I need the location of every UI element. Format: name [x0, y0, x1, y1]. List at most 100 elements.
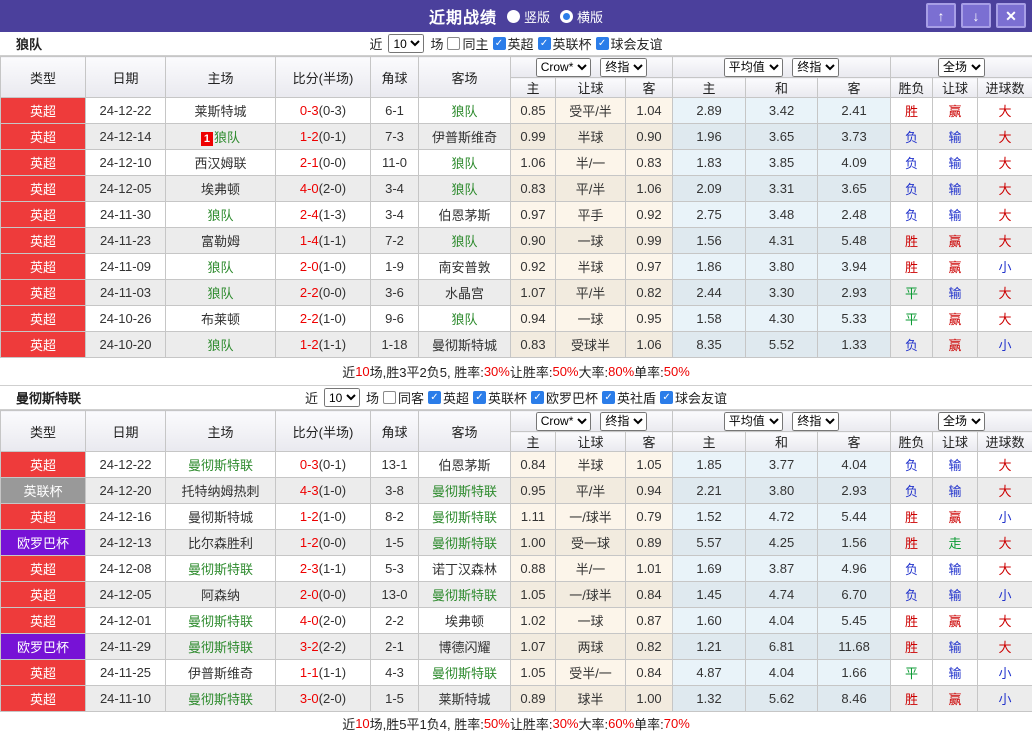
handicap-result-flag: 输 [933, 124, 978, 150]
handicap-away-odds: 0.92 [626, 202, 673, 228]
match-row[interactable]: 英超24-11-10曼彻斯特联3-0(2-0)1-5莱斯特城0.89球半1.00… [1, 686, 1032, 712]
handicap-home-odds: 0.89 [511, 686, 556, 712]
col-avg-away: 客 [818, 432, 891, 452]
corner-score: 13-1 [371, 452, 419, 478]
avg-away-odds: 2.93 [818, 478, 891, 504]
col-score: 比分(半场) [276, 57, 371, 98]
odds-source-select[interactable]: Crow* [536, 412, 591, 431]
league-filter-checkbox[interactable]: 英社盾 [602, 388, 656, 407]
handicap-line: 半球 [556, 124, 626, 150]
avg-home-odds: 1.32 [673, 686, 746, 712]
odds-group-header: Crow* 终指 [511, 57, 673, 78]
result-flag: 负 [891, 478, 933, 504]
avg-home-odds: 4.87 [673, 660, 746, 686]
odds-source-select[interactable]: Crow* [536, 58, 591, 77]
handicap-home-odds: 0.99 [511, 124, 556, 150]
match-row[interactable]: 英超24-12-22莱斯特城0-3(0-3)6-1狼队0.85受平/半1.042… [1, 98, 1032, 124]
match-row[interactable]: 英超24-11-09狼队2-0(1-0)1-9南安普敦0.92半球0.971.8… [1, 254, 1032, 280]
match-row[interactable]: 英超24-12-08曼彻斯特联2-3(1-1)5-3诺丁汉森林0.88半/一1.… [1, 556, 1032, 582]
recent-count-select[interactable]: 10 [324, 388, 360, 407]
match-row[interactable]: 欧罗巴杯24-12-13比尔森胜利1-2(0-0)1-5曼彻斯特联1.00受一球… [1, 530, 1032, 556]
league-filter-checkbox[interactable]: 球会友谊 [660, 388, 727, 407]
recent-count-select[interactable]: 10 [388, 34, 424, 53]
handicap-away-odds: 0.84 [626, 660, 673, 686]
match-row[interactable]: 欧罗巴杯24-11-29曼彻斯特联3-2(2-2)2-1博德闪耀1.07两球0.… [1, 634, 1032, 660]
goals-result-flag: 大 [978, 478, 1032, 504]
col-avg-home: 主 [673, 78, 746, 98]
avg-time-select[interactable]: 终指 [792, 58, 839, 77]
scroll-up-button[interactable]: ↑ [926, 3, 956, 28]
summary-part: 场,胜5平1负4, 胜率: [370, 714, 484, 732]
match-row[interactable]: 英超24-11-25伊普斯维奇1-1(1-1)4-3曼彻斯特联1.05受半/一0… [1, 660, 1032, 686]
match-row[interactable]: 英超24-12-01曼彻斯特联4-0(2-0)2-2埃弗顿1.02一球0.871… [1, 608, 1032, 634]
handicap-result-flag: 输 [933, 660, 978, 686]
avg-draw-odds: 4.04 [746, 660, 818, 686]
avg-away-odds: 5.45 [818, 608, 891, 634]
layout-horizontal-radio[interactable]: 横版 [560, 7, 603, 26]
match-row[interactable]: 英超24-12-05埃弗顿4-0(2-0)3-4狼队0.83平/半1.062.0… [1, 176, 1032, 202]
handicap-line: 一/球半 [556, 582, 626, 608]
avg-source-select[interactable]: 平均值 [724, 412, 783, 431]
scope-select[interactable]: 全场 [938, 58, 985, 77]
col-result: 胜负 [891, 432, 933, 452]
scroll-down-button[interactable]: ↓ [961, 3, 991, 28]
match-row[interactable]: 英超24-11-30狼队2-4(1-3)3-4伯恩茅斯0.97平手0.922.7… [1, 202, 1032, 228]
summary-part: 单率: [634, 714, 664, 732]
col-hcap-result: 让球 [933, 432, 978, 452]
avg-source-select[interactable]: 平均值 [724, 58, 783, 77]
match-row[interactable]: 英超24-12-22曼彻斯特联0-3(0-1)13-1伯恩茅斯0.84半球1.0… [1, 452, 1032, 478]
match-row[interactable]: 英超24-12-05阿森纳2-0(0-0)13-0曼彻斯特联1.05一/球半0.… [1, 582, 1032, 608]
match-row[interactable]: 英超24-12-141狼队1-2(0-1)7-3伊普斯维奇0.99半球0.901… [1, 124, 1032, 150]
matches-table: 类型 日期 主场 比分(半场) 角球 客场 Crow* 终指 平均值 终指 [0, 410, 1032, 712]
corner-score: 3-6 [371, 280, 419, 306]
col-corner: 角球 [371, 57, 419, 98]
goals-result-flag: 大 [978, 202, 1032, 228]
avg-time-select[interactable]: 终指 [792, 412, 839, 431]
league-filter-checkbox[interactable]: 英超 [428, 388, 469, 407]
col-away: 客场 [419, 57, 511, 98]
match-row[interactable]: 英超24-10-20狼队1-2(1-1)1-18曼彻斯特城0.83受球半1.06… [1, 332, 1032, 358]
summary-part: 50% [484, 716, 510, 731]
handicap-result-flag: 赢 [933, 228, 978, 254]
match-row[interactable]: 英联杯24-12-20托特纳姆热刺4-3(1-0)3-8曼彻斯特联0.95平/半… [1, 478, 1032, 504]
match-row[interactable]: 英超24-12-10西汉姆联2-1(0-0)11-0狼队1.06半/一0.831… [1, 150, 1032, 176]
league-filter-checkbox[interactable]: 球会友谊 [596, 34, 663, 53]
goals-result-flag: 小 [978, 504, 1032, 530]
match-row[interactable]: 英超24-12-16曼彻斯特城1-2(1-0)8-2曼彻斯特联1.11一/球半0… [1, 504, 1032, 530]
avg-home-odds: 2.89 [673, 98, 746, 124]
league-filter-checkbox[interactable]: 英联杯 [538, 34, 592, 53]
col-goals: 进球数 [978, 432, 1032, 452]
match-row[interactable]: 英超24-10-26布莱顿2-2(1-0)9-6狼队0.94一球0.951.58… [1, 306, 1032, 332]
avg-home-odds: 8.35 [673, 332, 746, 358]
away-team: 曼彻斯特联 [419, 660, 511, 686]
same-venue-checkbox[interactable]: 同客 [383, 388, 424, 407]
goals-result-flag: 大 [978, 228, 1032, 254]
scope-select[interactable]: 全场 [938, 412, 985, 431]
avg-draw-odds: 3.30 [746, 280, 818, 306]
away-team: 南安普敦 [419, 254, 511, 280]
league-badge: 英超 [1, 254, 86, 280]
close-button[interactable]: ✕ [996, 3, 1026, 28]
home-team: 狼队 [166, 280, 276, 306]
league-filter-checkbox[interactable]: 英超 [493, 34, 534, 53]
odds-time-select[interactable]: 终指 [600, 58, 647, 77]
match-date: 24-11-03 [86, 280, 166, 306]
league-filter-label: 球会友谊 [675, 388, 727, 407]
match-date: 24-10-26 [86, 306, 166, 332]
col-home: 主场 [166, 57, 276, 98]
avg-away-odds: 2.93 [818, 280, 891, 306]
match-row[interactable]: 英超24-11-23富勒姆1-4(1-1)7-2狼队0.90一球0.991.56… [1, 228, 1032, 254]
layout-vertical-radio[interactable]: 竖版 [507, 7, 550, 26]
away-team: 诺丁汉森林 [419, 556, 511, 582]
league-filter-checkbox[interactable]: 欧罗巴杯 [531, 388, 598, 407]
handicap-away-odds: 0.90 [626, 124, 673, 150]
match-row[interactable]: 英超24-11-03狼队2-2(0-0)3-6水晶宫1.07平/半0.822.4… [1, 280, 1032, 306]
same-venue-checkbox[interactable]: 同主 [447, 34, 488, 53]
avg-away-odds: 1.56 [818, 530, 891, 556]
goals-result-flag: 大 [978, 98, 1032, 124]
odds-time-select[interactable]: 终指 [600, 412, 647, 431]
avg-home-odds: 1.58 [673, 306, 746, 332]
handicap-home-odds: 0.90 [511, 228, 556, 254]
league-filter-checkbox[interactable]: 英联杯 [473, 388, 527, 407]
handicap-line: 受平/半 [556, 98, 626, 124]
